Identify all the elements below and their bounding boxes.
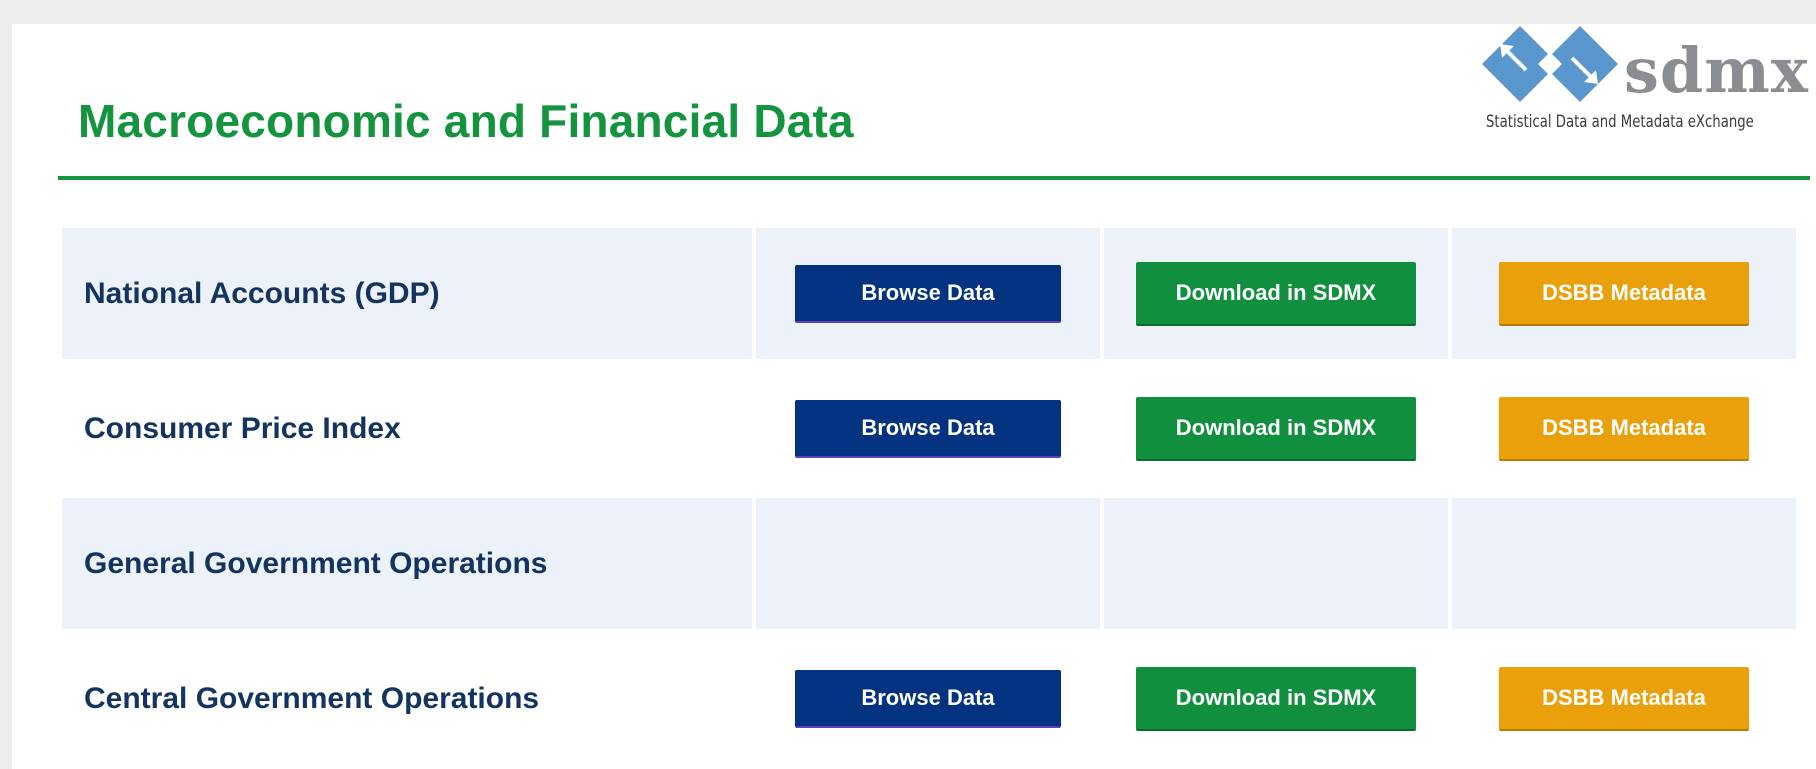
dataset-label-cell: Central Government Operations <box>62 633 752 764</box>
dataset-label: Consumer Price Index <box>84 411 401 445</box>
browse-cell: Browse Data <box>756 363 1100 494</box>
dataset-label-cell: Consumer Price Index <box>62 363 752 494</box>
download-sdmx-button[interactable]: Download in SDMX <box>1136 261 1416 326</box>
download-cell <box>1104 498 1448 629</box>
sdmx-diamond-icon <box>1482 26 1618 102</box>
download-sdmx-button[interactable]: Download in SDMX <box>1136 396 1416 461</box>
download-cell: Download in SDMX <box>1104 633 1448 764</box>
dsbb-metadata-button[interactable]: DSBB Metadata <box>1499 666 1749 731</box>
dataset-row: General Government Operations <box>62 498 1796 629</box>
metadata-cell <box>1452 498 1796 629</box>
dataset-label: Central Government Operations <box>84 681 540 715</box>
dataset-label: National Accounts (GDP) <box>84 276 440 310</box>
dataset-row: Central Government Operations Browse Data… <box>62 633 1796 764</box>
metadata-cell: DSBB Metadata <box>1452 363 1796 494</box>
dataset-label: General Government Operations <box>84 546 548 580</box>
header-divider <box>58 176 1810 180</box>
dsbb-metadata-button[interactable]: DSBB Metadata <box>1499 261 1749 326</box>
dataset-label-cell: General Government Operations <box>62 498 752 629</box>
download-sdmx-button[interactable]: Download in SDMX <box>1136 666 1416 731</box>
browse-cell <box>756 498 1100 629</box>
dataset-row: National Accounts (GDP) Browse Data Downlo… <box>62 228 1796 359</box>
dataset-row: Consumer Price Index Browse Data Download … <box>62 363 1796 494</box>
browse-data-button[interactable]: Browse Data <box>795 669 1061 728</box>
download-cell: Download in SDMX <box>1104 228 1448 359</box>
logo-tagline: Statistical Data and Metadata eXchange <box>1486 112 1754 132</box>
browse-cell: Browse Data <box>756 633 1100 764</box>
metadata-cell: DSBB Metadata <box>1452 228 1796 359</box>
page-title: Macroeconomic and Financial Data <box>78 95 854 147</box>
metadata-cell: DSBB Metadata <box>1452 633 1796 764</box>
logo-wordmark: sdmx <box>1624 34 1809 107</box>
browse-data-button[interactable]: Browse Data <box>795 264 1061 323</box>
dataset-table: National Accounts (GDP) Browse Data Downlo… <box>62 228 1796 768</box>
browse-data-button[interactable]: Browse Data <box>795 399 1061 458</box>
download-cell: Download in SDMX <box>1104 363 1448 494</box>
dataset-label-cell: National Accounts (GDP) <box>62 228 752 359</box>
dsbb-metadata-button[interactable]: DSBB Metadata <box>1499 396 1749 461</box>
sdmx-logo: sdmx Statistical Data and Metadata eXcha… <box>1474 24 1808 146</box>
browse-cell: Browse Data <box>756 228 1100 359</box>
page-content: Macroeconomic and Financial Data sdmx St… <box>12 24 1816 769</box>
